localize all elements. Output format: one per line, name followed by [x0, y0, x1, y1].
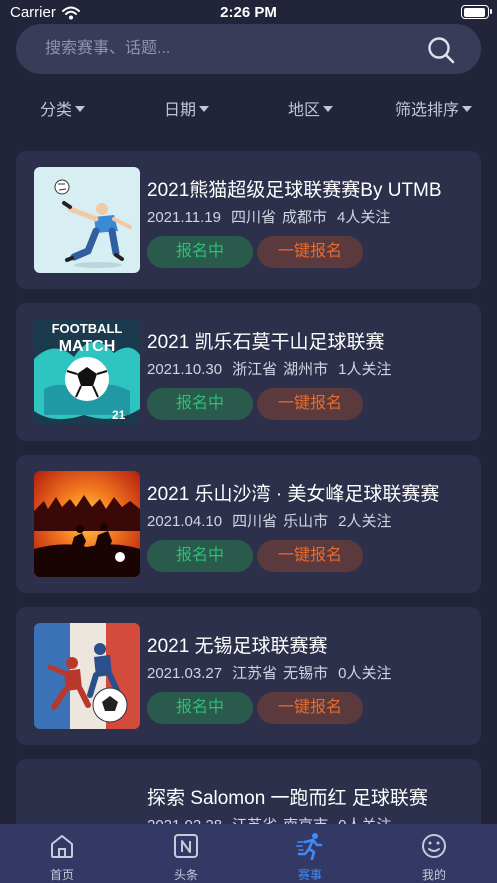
tab-bar: 首页 头条 赛事 我的: [0, 824, 497, 883]
event-city: 湖州市: [283, 361, 329, 378]
battery-icon: [461, 5, 492, 19]
tab-label: 头条: [173, 868, 198, 882]
registration-status-button[interactable]: 报名中: [147, 540, 253, 572]
event-card[interactable]: 2021 无锡足球联赛赛 2021.03.27 江苏省 无锡市 0人关注 报名中 一键…: [16, 607, 481, 745]
event-followers: 1人关注: [338, 361, 392, 378]
poster-number: 21: [112, 408, 126, 422]
event-date: 2021.04.10: [147, 513, 223, 530]
tab-label: 我的: [421, 868, 446, 882]
event-thumbnail: [34, 623, 140, 729]
tab-label: 赛事: [297, 868, 322, 882]
status-bar: Carrier 2:26 PM: [0, 0, 497, 26]
event-meta: 2021.04.10 四川省 乐山市 2人关注: [147, 510, 401, 531]
event-city: 成都市: [281, 209, 327, 226]
event-date: 2021.10.30: [147, 361, 223, 378]
tab-home[interactable]: 首页: [0, 824, 124, 883]
home-icon: [51, 835, 73, 858]
event-title: 2021熊猫超级足球联赛赛By UTMB: [147, 180, 442, 201]
caret-down-icon: [199, 105, 210, 112]
registration-status-button[interactable]: 报名中: [147, 388, 253, 420]
event-date: 2021.03.27: [147, 665, 223, 682]
event-title: 2021 无锡足球联赛赛: [147, 636, 328, 657]
event-title: 2021 乐山沙湾 · 美女峰足球联赛赛: [147, 484, 440, 505]
event-city: 无锡市: [283, 665, 329, 682]
runner-icon: [296, 833, 323, 860]
poster-line2: MATCH: [59, 338, 116, 355]
event-followers: 2人关注: [338, 513, 392, 530]
filter-category[interactable]: 分类: [40, 96, 86, 120]
filter-region[interactable]: 地区: [288, 96, 334, 120]
event-card[interactable]: FOOTBALL MATCH 21 2021 凯乐石莫干山足球联赛 2021.1…: [16, 303, 481, 441]
quick-signup-button[interactable]: 一键报名: [257, 540, 363, 572]
event-meta: 2021.11.19 四川省 成都市 4人关注: [147, 206, 400, 227]
caret-down-icon: [75, 105, 86, 112]
filter-label: 日期: [164, 102, 197, 119]
caret-down-icon: [323, 105, 334, 112]
event-city: 乐山市: [283, 513, 329, 530]
quick-signup-button[interactable]: 一键报名: [257, 692, 363, 724]
caret-down-icon: [462, 105, 473, 112]
quick-signup-button[interactable]: 一键报名: [257, 388, 363, 420]
tab-label: 首页: [49, 868, 74, 882]
filter-label: 分类: [40, 102, 73, 119]
tab-news[interactable]: 头条: [124, 824, 248, 883]
event-thumbnail: FOOTBALL MATCH 21: [34, 319, 140, 425]
event-followers: 0人关注: [338, 665, 392, 682]
filter-label: 筛选排序: [395, 102, 460, 119]
event-province: 浙江省: [232, 361, 278, 378]
event-meta: 2021.03.27 江苏省 无锡市 0人关注: [147, 662, 401, 683]
event-title: 探索 Salomon 一跑而红 足球联赛: [147, 788, 428, 809]
event-province: 江苏省: [232, 665, 278, 682]
filter-sort[interactable]: 筛选排序: [395, 96, 473, 120]
registration-status-button[interactable]: 报名中: [147, 692, 253, 724]
filter-bar: 分类 日期 地区 筛选排序: [0, 90, 497, 122]
news-icon: [174, 834, 198, 858]
event-meta: 2021.10.30 浙江省 湖州市 1人关注: [147, 358, 401, 379]
event-province: 四川省: [232, 513, 278, 530]
quick-signup-button[interactable]: 一键报名: [257, 236, 363, 268]
status-time: 2:26 PM: [220, 4, 277, 21]
event-thumbnail: [34, 167, 140, 273]
poster-line1: FOOTBALL: [52, 321, 123, 336]
event-thumbnail: [34, 471, 140, 577]
tab-profile[interactable]: 我的: [372, 824, 496, 883]
event-date: 2021.11.19: [147, 209, 221, 226]
event-card[interactable]: 2021 乐山沙湾 · 美女峰足球联赛赛 2021.04.10 四川省 乐山市 2人关…: [16, 455, 481, 593]
search-input[interactable]: [16, 24, 416, 74]
registration-status-button[interactable]: 报名中: [147, 236, 253, 268]
event-title: 2021 凯乐石莫干山足球联赛: [147, 332, 385, 353]
search-bar: [16, 24, 481, 74]
event-followers: 4人关注: [337, 209, 391, 226]
event-card[interactable]: 2021熊猫超级足球联赛赛By UTMB 2021.11.19 四川省 成都市 4人关…: [16, 151, 481, 289]
tab-events[interactable]: 赛事: [248, 824, 372, 883]
search-icon[interactable]: [427, 36, 455, 64]
filter-label: 地区: [288, 102, 321, 119]
smile-icon: [422, 834, 446, 858]
event-province: 四川省: [230, 209, 276, 226]
filter-date[interactable]: 日期: [164, 96, 210, 120]
